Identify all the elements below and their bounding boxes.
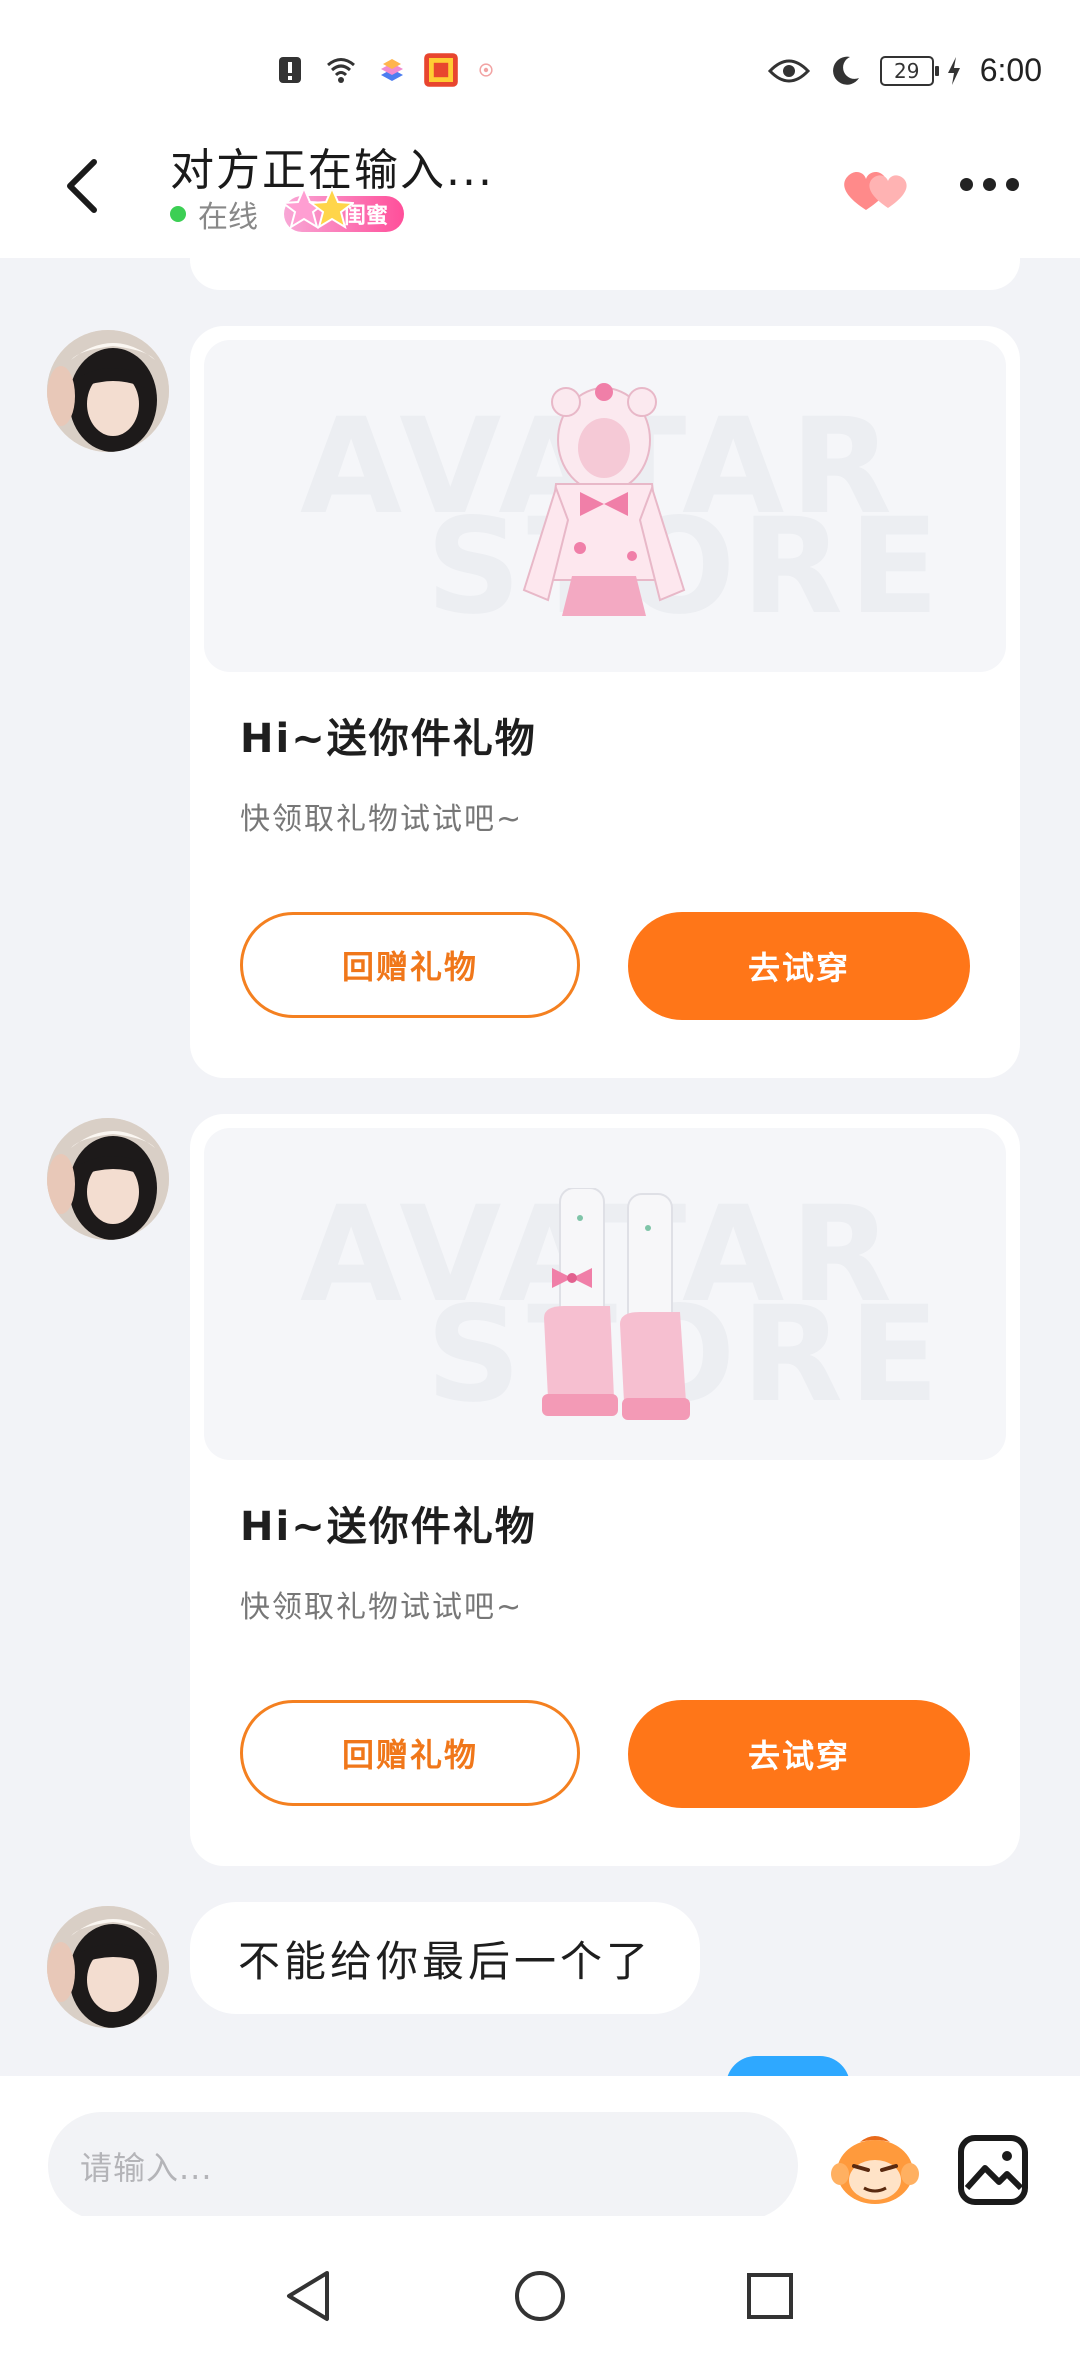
gift-item-preview[interactable]: AVATAR STORE [204, 340, 1006, 672]
previous-message-card [190, 258, 1020, 290]
alert-icon [279, 57, 301, 83]
more-dot-icon [960, 178, 973, 191]
sender-avatar[interactable] [47, 1906, 169, 2028]
star-friends-icon [282, 185, 354, 230]
nav-home-button[interactable] [508, 2264, 572, 2328]
circle-home-icon [515, 2271, 565, 2321]
gift-message-card: AVATAR STORE Hi~送你件礼物 快领取礼物试试吧~ 回赠礼物 去试穿 [190, 1114, 1020, 1866]
gift-title: Hi~送你件礼物 [240, 1504, 537, 1550]
nfc-icon [479, 63, 493, 77]
friend-relationship-badge[interactable]: 闺蜜 [282, 185, 405, 232]
gift-message-card: AVATAR STORE Hi~送你件礼物 快领取礼物试试吧~ 回赠礼物 去试穿 [190, 326, 1020, 1078]
square-recents-icon [747, 2273, 793, 2319]
text-message-bubble[interactable]: 不能给你最后一个了 [190, 1902, 701, 2014]
status-icons-right: 29 6:00 [767, 52, 1042, 89]
more-dot-icon [983, 178, 996, 191]
gift-subtitle: 快领取礼物试试吧~ [240, 1590, 524, 1625]
more-dot-icon [1006, 178, 1019, 191]
online-dot [170, 206, 186, 222]
sender-avatar[interactable] [47, 1118, 169, 1240]
back-button[interactable] [52, 156, 112, 216]
chat-header: 对方正在输入... 在线 闺蜜 [0, 130, 1080, 258]
triangle-back-icon [287, 2271, 329, 2321]
wifi-icon [327, 58, 355, 83]
girl-avatar-image [47, 1118, 169, 1240]
online-status: 在线 [198, 200, 258, 235]
message-input-bar: 请输入... [0, 2076, 1080, 2220]
moon-icon [832, 56, 859, 85]
return-gift-button[interactable]: 回赠礼物 [240, 1700, 580, 1806]
stack-app-icon [381, 59, 403, 81]
status-bar: 29 6:00 [0, 0, 1080, 130]
gift-item-preview[interactable]: AVATAR STORE [204, 1128, 1006, 1460]
clock-time: 6:00 [979, 52, 1042, 88]
eye-icon [767, 59, 810, 82]
return-gift-button[interactable]: 回赠礼物 [240, 912, 580, 1018]
battery-indicator: 29 [879, 55, 939, 86]
more-options-button[interactable] [960, 178, 1019, 191]
nav-recents-button[interactable] [738, 2264, 802, 2328]
pink-boots-image [542, 1188, 690, 1420]
girl-avatar-image [47, 330, 169, 452]
sticker-monkey-icon[interactable] [830, 2130, 920, 2206]
image-picker-icon[interactable] [955, 2132, 1031, 2208]
system-navigation-bar [0, 2216, 1080, 2376]
try-on-button[interactable]: 去试穿 [628, 912, 970, 1020]
message-text: 不能给你最后一个了 [238, 1936, 653, 1986]
presence-row: 在线 闺蜜 [170, 185, 405, 236]
try-on-button[interactable]: 去试穿 [628, 1700, 970, 1808]
gift-subtitle: 快领取礼物试试吧~ [240, 802, 524, 837]
pink-hoodie-outfit-image [522, 383, 686, 616]
message-list[interactable]: AVATAR STORE Hi~送你件礼物 快领取礼物试试吧~ 回赠礼物 去试穿 [0, 258, 1080, 2076]
chevron-left-icon [67, 159, 97, 213]
message-input[interactable]: 请输入... [48, 2112, 798, 2220]
sender-avatar[interactable] [47, 330, 169, 452]
gift-title: Hi~送你件礼物 [240, 716, 537, 762]
girl-avatar-image [47, 1906, 169, 2028]
outgoing-message-bubble[interactable] [726, 2056, 850, 2076]
status-icons-left [275, 52, 497, 88]
charging-icon [947, 56, 960, 85]
hearts-icon[interactable] [838, 160, 918, 220]
nav-back-button[interactable] [276, 2264, 340, 2328]
app-notification-icon [424, 53, 458, 87]
